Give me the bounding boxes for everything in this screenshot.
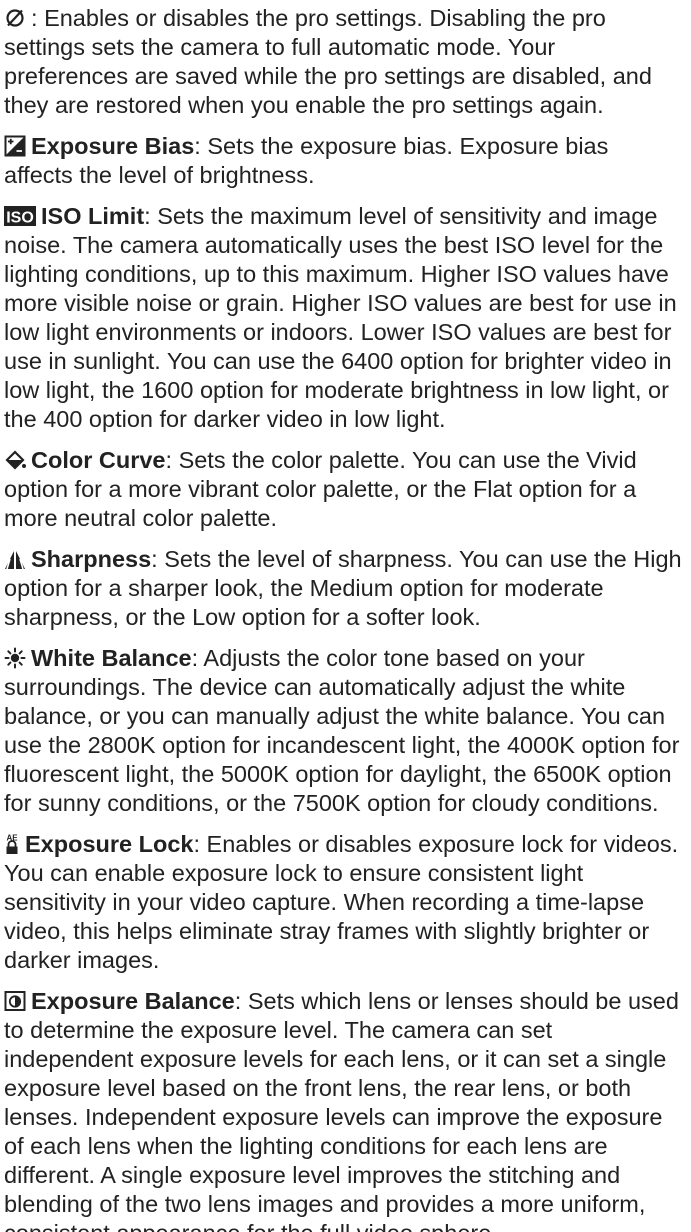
entry-iso-limit: ISO ISO Limit: Sets the maximum level of…: [4, 203, 677, 432]
color-curve-icon: [4, 449, 26, 471]
entry-term: ISO Limit: [41, 203, 145, 229]
white-balance-icon: [4, 647, 26, 669]
entry-exposure-lock: AE Exposure Lock: Enables or disables ex…: [4, 831, 679, 973]
exposure-lock-icon: AE: [4, 833, 20, 855]
manual-page: : Enables or disables the pro settings. …: [0, 0, 691, 1232]
entry-term: Exposure Balance: [31, 988, 235, 1014]
entry-white-balance: White Balance: Adjusts the color tone ba…: [4, 645, 680, 816]
pro-settings-icon: [4, 7, 26, 29]
entry-description: Sets the maximum level of sensitivity an…: [4, 203, 677, 432]
entry-color-curve: Color Curve: Sets the color palette. You…: [4, 447, 637, 531]
entry-term: Color Curve: [31, 447, 166, 473]
entry-term: White Balance: [31, 645, 192, 671]
entry-term: Sharpness: [31, 546, 152, 572]
entry-term: Exposure Bias: [31, 133, 195, 159]
entry-exposure-balance: Exposure Balance: Sets which lens or len…: [4, 987, 683, 1232]
entry-exposure-bias: Exposure Bias: Sets the exposure bias. E…: [4, 133, 609, 188]
entry-term: Exposure Lock: [25, 831, 194, 857]
iso-icon: ISO: [4, 205, 36, 227]
entry-sharpness: Sharpness: Sets the level of sharpness. …: [4, 546, 682, 630]
entry-description: Sets which lens or lenses should be used…: [4, 988, 679, 1232]
iso-icon-label: ISO: [6, 210, 34, 227]
entry-pro-settings: : Enables or disables the pro settings. …: [4, 5, 652, 118]
entry-description: Enables or disables the pro settings. Di…: [4, 5, 652, 118]
sharpness-icon: [4, 548, 26, 570]
exposure-balance-icon: [4, 990, 26, 1012]
exposure-bias-icon: [4, 135, 26, 157]
